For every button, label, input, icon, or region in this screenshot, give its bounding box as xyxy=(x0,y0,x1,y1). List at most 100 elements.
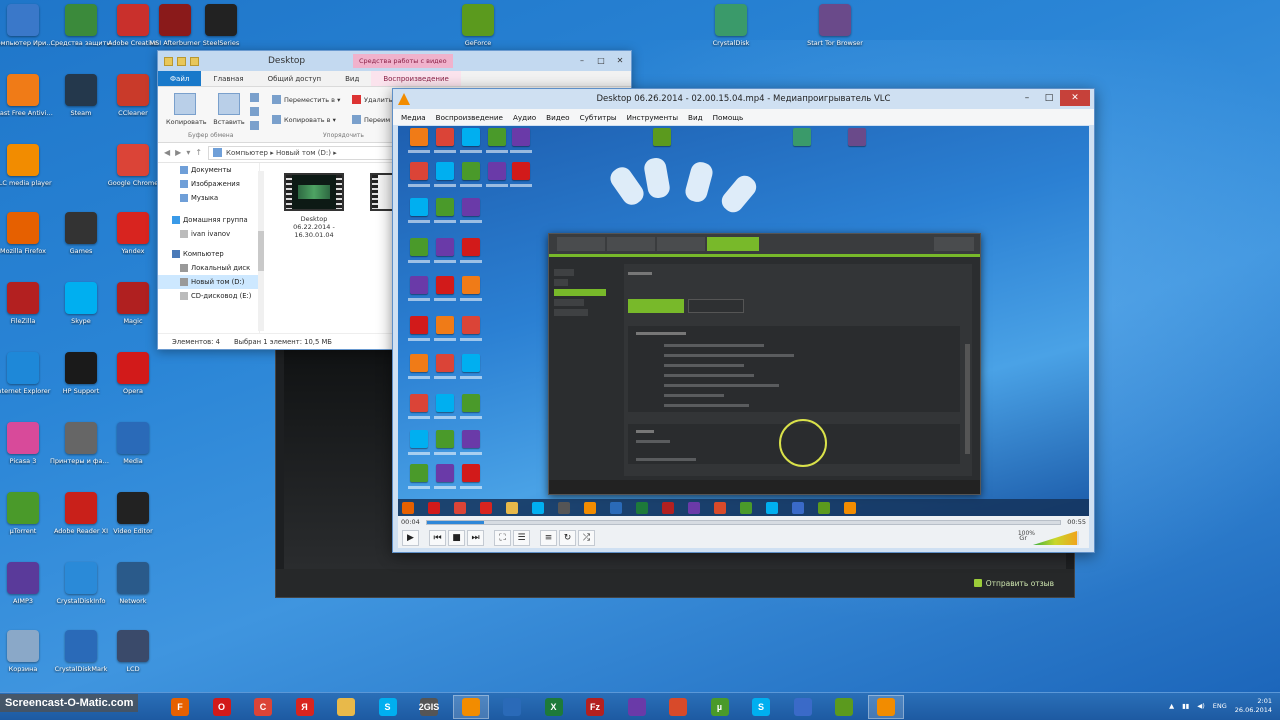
nav-item-user[interactable]: ivan ivanov xyxy=(158,227,259,241)
extended-settings-button[interactable]: ☰ xyxy=(513,530,530,546)
menu-playback[interactable]: Воспроизведение xyxy=(431,113,508,122)
nav-scrollbar[interactable] xyxy=(258,171,264,331)
desktop-icon[interactable]: Google Chrome xyxy=(102,144,164,210)
nav-item-homegroup[interactable]: Домашняя группа xyxy=(158,213,259,227)
menu-subtitles[interactable]: Субтитры xyxy=(575,113,622,122)
taskbar-button[interactable] xyxy=(785,695,821,719)
desktop-icon[interactable]: Picasa 3 xyxy=(0,422,54,488)
taskbar-button[interactable]: Fz xyxy=(577,695,613,719)
maximize-button[interactable]: □ xyxy=(1038,90,1060,106)
maximize-button[interactable]: □ xyxy=(592,53,610,67)
desktop-icon[interactable]: VLC media player xyxy=(0,144,54,210)
taskbar-button[interactable] xyxy=(328,695,364,719)
taskbar-button[interactable]: C xyxy=(245,695,281,719)
properties-icon[interactable] xyxy=(177,56,186,66)
taskbar-button[interactable] xyxy=(619,695,655,719)
desktop-icon[interactable]: Mozilla Firefox xyxy=(0,212,54,278)
nav-item-pictures[interactable]: Изображения xyxy=(158,177,259,191)
desktop-icon[interactable]: FileZilla xyxy=(0,282,54,348)
forward-arrow-icon[interactable]: ▶ xyxy=(175,148,181,157)
previous-button[interactable]: ⏮ xyxy=(429,530,446,546)
volume-slider[interactable]: 100% xyxy=(1018,530,1079,545)
nav-item-cd-drive[interactable]: CD-дисковод (E:) xyxy=(158,289,259,303)
taskbar-button[interactable] xyxy=(660,695,696,719)
desktop-icon[interactable]: Корзина xyxy=(0,630,54,696)
tray-up-icon[interactable]: ▲ xyxy=(1169,702,1174,710)
taskbar-button[interactable] xyxy=(494,695,530,719)
rename-button[interactable]: Переим xyxy=(352,115,390,124)
language-indicator[interactable]: ENG xyxy=(1213,702,1227,710)
move-to-button[interactable]: Переместить в ▾ xyxy=(272,95,340,104)
nav-item-local-disk[interactable]: Локальный диск xyxy=(158,261,259,275)
vlc-window[interactable]: Desktop 06.26.2014 - 02.00.15.04.mp4 - М… xyxy=(392,88,1095,553)
desktop-icon[interactable]: Network xyxy=(102,562,164,628)
copy-path-icon[interactable] xyxy=(250,107,259,116)
tab-playback[interactable]: Воспроизведение xyxy=(371,71,461,86)
recent-chevron-icon[interactable]: ▾ xyxy=(186,148,190,157)
folder-icon[interactable] xyxy=(164,56,173,66)
fullscreen-button[interactable]: ⛶ xyxy=(494,530,511,546)
desktop-icon[interactable]: CrystalDisk xyxy=(700,4,762,70)
back-arrow-icon[interactable]: ◀ xyxy=(164,148,170,157)
close-button[interactable]: ✕ xyxy=(1060,90,1090,106)
taskbar-button[interactable]: µ xyxy=(702,695,738,719)
loop-button[interactable]: ↻ xyxy=(559,530,576,546)
nav-item-music[interactable]: Музыка xyxy=(158,191,259,205)
desktop-icon[interactable]: Start Tor Browser xyxy=(804,4,866,70)
desktop-icon[interactable]: Yandex xyxy=(102,212,164,278)
seek-bar[interactable] xyxy=(425,519,1062,525)
tab-share[interactable]: Общий доступ xyxy=(256,71,334,86)
vlc-titlebar[interactable]: Desktop 06.26.2014 - 02.00.15.04.mp4 - М… xyxy=(393,89,1094,109)
play-button[interactable]: ▶ xyxy=(402,530,419,546)
video-area[interactable] xyxy=(398,126,1089,517)
desktop-icon[interactable]: Компьютер Ирина xyxy=(0,4,54,70)
feedback-link[interactable]: Отправить отзыв xyxy=(986,579,1054,588)
nav-item-volume-d[interactable]: Новый том (D:) xyxy=(158,275,259,289)
desktop-icon[interactable]: Magic xyxy=(102,282,164,348)
menu-view[interactable]: Вид xyxy=(683,113,708,122)
taskbar-button[interactable] xyxy=(452,695,489,719)
new-folder-icon[interactable] xyxy=(190,56,199,66)
delete-button[interactable]: Удалить xyxy=(352,95,392,104)
network-icon[interactable]: ▮▮ xyxy=(1182,702,1189,710)
stop-button[interactable]: ■ xyxy=(448,530,465,546)
shuffle-button[interactable]: ⤮ xyxy=(578,530,595,546)
taskbar-button[interactable]: O xyxy=(204,695,240,719)
taskbar-button[interactable] xyxy=(867,695,904,719)
file-item[interactable]: Desktop 06.22.2014 - 16.30.01.04 xyxy=(278,173,350,239)
minimize-button[interactable]: – xyxy=(573,53,591,67)
menu-tools[interactable]: Инструменты xyxy=(622,113,683,122)
next-button[interactable]: ⏭ xyxy=(467,530,484,546)
tab-home[interactable]: Главная xyxy=(201,71,255,86)
desktop-icon[interactable]: Avast Free Antivirus xyxy=(0,74,54,140)
tab-file[interactable]: Файл xyxy=(158,71,202,86)
desktop-icon[interactable]: AIMP3 xyxy=(0,562,54,628)
cut-icon[interactable] xyxy=(250,93,259,102)
up-arrow-icon[interactable]: ↑ xyxy=(195,148,202,157)
copy-to-button[interactable]: Копировать в ▾ xyxy=(272,115,336,124)
taskbar-button[interactable]: Я xyxy=(287,695,323,719)
menu-video[interactable]: Видео xyxy=(541,113,574,122)
speaker-icon[interactable]: ◀) xyxy=(1197,702,1205,710)
taskbar-button[interactable]: 2GIS xyxy=(411,695,447,719)
paste-button[interactable]: Вставить xyxy=(210,93,248,126)
desktop-icon[interactable]: Media xyxy=(102,422,164,488)
copy-button[interactable]: Копировать xyxy=(166,93,207,126)
taskbar-button[interactable]: S xyxy=(743,695,779,719)
desktop-icon[interactable]: Internet Explorer xyxy=(0,352,54,418)
taskbar-button[interactable] xyxy=(826,695,862,719)
desktop-icon[interactable]: CCleaner xyxy=(102,74,164,140)
desktop-icon[interactable]: µTorrent xyxy=(0,492,54,558)
tab-view[interactable]: Вид xyxy=(333,71,371,86)
menu-help[interactable]: Помощь xyxy=(708,113,749,122)
explorer-titlebar[interactable]: Desktop Средства работы с видео – □ ✕ xyxy=(158,51,631,71)
nav-item-documents[interactable]: Документы xyxy=(158,163,259,177)
volume-control[interactable]: Gr 100% xyxy=(1018,530,1079,545)
menu-audio[interactable]: Аудио xyxy=(508,113,541,122)
playlist-button[interactable]: ≡ xyxy=(540,530,557,546)
taskbar-button[interactable]: X xyxy=(536,695,572,719)
clock[interactable]: 2:01 26.06.2014 xyxy=(1235,697,1272,715)
desktop-icon[interactable]: LCD xyxy=(102,630,164,696)
desktop-icon[interactable]: Opera xyxy=(102,352,164,418)
close-button[interactable]: ✕ xyxy=(611,53,629,67)
